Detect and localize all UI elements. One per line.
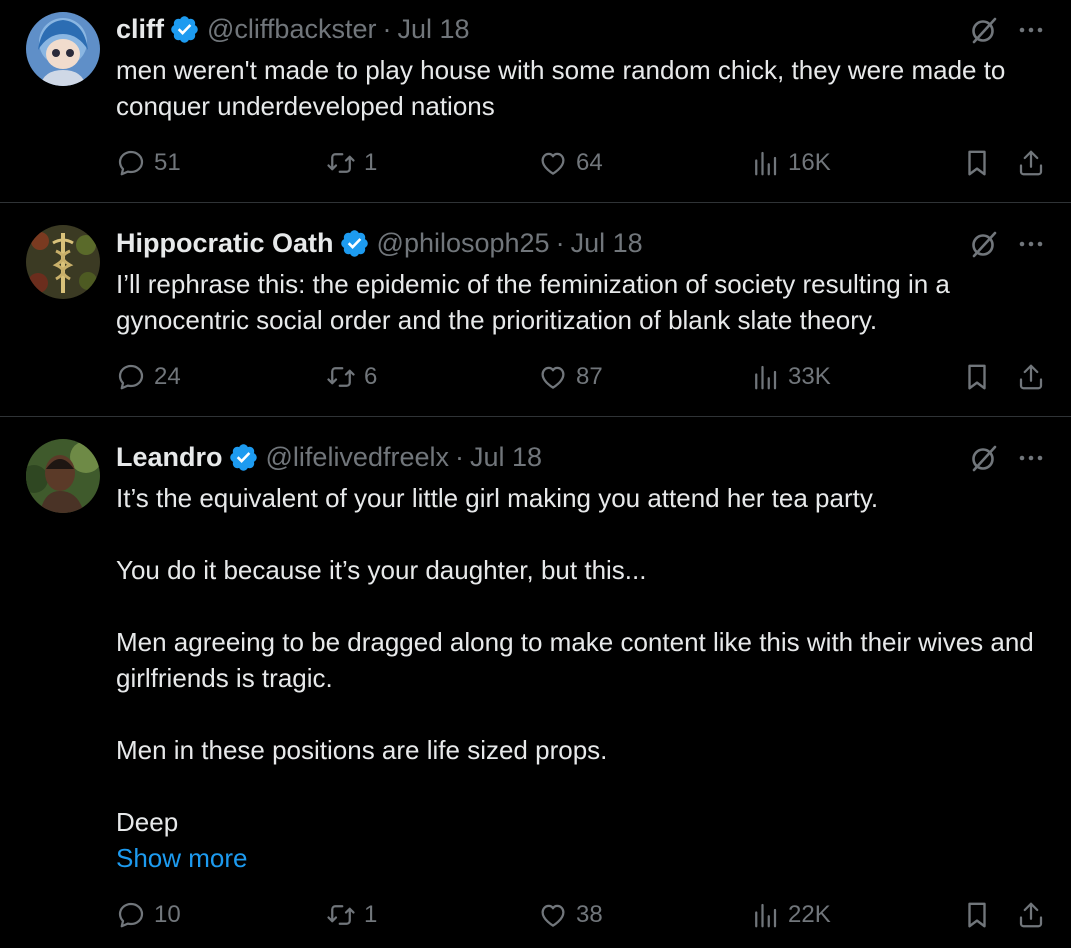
tweet-text: men weren't made to play house with some… <box>116 52 1051 124</box>
user-handle[interactable]: @philosoph25 <box>377 226 550 260</box>
like-button[interactable]: 64 <box>538 146 603 180</box>
retweet-button[interactable]: 1 <box>326 898 377 932</box>
reply-count: 24 <box>154 363 181 390</box>
tweet-header: Hippocratic Oath @philosoph25 · Jul 18 <box>116 226 643 260</box>
view-count: 16K <box>788 149 831 176</box>
like-icon <box>538 900 568 930</box>
separator-dot: · <box>455 442 464 472</box>
views-icon <box>750 148 780 178</box>
tweet-date[interactable]: Jul 18 <box>470 440 542 474</box>
view-count: 22K <box>788 901 831 928</box>
retweet-count: 6 <box>364 363 378 390</box>
tweet-paragraph: Deep <box>116 807 179 837</box>
action-bar: 24 6 87 33K <box>0 360 1071 394</box>
share-icon <box>1016 900 1046 930</box>
tweet-header: Leandro @lifelivedfreelx · Jul 18 <box>116 440 542 474</box>
tweet-text: It’s the equivalent of your little girl … <box>116 480 1051 876</box>
separator-dot: · <box>382 14 392 44</box>
like-count: 64 <box>576 149 603 176</box>
tweet-cliff[interactable]: cliff @cliffbackster · Jul 18 men weren'… <box>0 0 1071 202</box>
display-name[interactable]: cliff <box>116 12 164 46</box>
bookmark-button[interactable] <box>962 146 992 180</box>
grok-icon[interactable] <box>968 14 1000 46</box>
view-count: 33K <box>788 363 831 390</box>
bookmark-icon <box>962 148 992 178</box>
user-handle[interactable]: @cliffbackster <box>207 12 376 46</box>
action-bar: 51 1 64 16K <box>0 146 1071 180</box>
tweet-paragraph: You do it because it’s your daughter, bu… <box>116 555 647 585</box>
verified-badge-icon <box>339 228 370 259</box>
bookmark-icon <box>962 362 992 392</box>
tweet-paragraph: It’s the equivalent of your little girl … <box>116 483 879 513</box>
verified-badge-icon <box>169 14 200 45</box>
like-count: 38 <box>576 901 603 928</box>
share-icon <box>1016 362 1046 392</box>
share-icon <box>1016 148 1046 178</box>
reply-icon <box>116 148 146 178</box>
grok-icon[interactable] <box>968 442 1000 474</box>
grok-icon[interactable] <box>968 228 1000 260</box>
tweet-text: I’ll rephrase this: the epidemic of the … <box>116 266 1051 338</box>
tweet-leandro[interactable]: Leandro @lifelivedfreelx · Jul 18 It’s t… <box>0 417 1071 948</box>
avatar[interactable] <box>26 439 100 513</box>
like-icon <box>538 362 568 392</box>
views-button[interactable]: 22K <box>750 898 831 932</box>
reply-button[interactable]: 51 <box>116 146 181 180</box>
views-icon <box>750 900 780 930</box>
tweet-paragraph: I’ll rephrase this: the epidemic of the … <box>116 269 950 335</box>
tweet-date[interactable]: Jul 18 <box>397 12 469 46</box>
like-button[interactable]: 38 <box>538 898 603 932</box>
tweet-hippocratic-oath[interactable]: Hippocratic Oath @philosoph25 · Jul 18 I… <box>0 203 1071 416</box>
bookmark-button[interactable] <box>962 360 992 394</box>
tweet-paragraph: men weren't made to play house with some… <box>116 55 1006 121</box>
reply-icon <box>116 362 146 392</box>
reply-count: 10 <box>154 901 181 928</box>
separator-dot: · <box>555 228 565 258</box>
user-handle[interactable]: @lifelivedfreelx <box>266 440 449 474</box>
action-bar: 10 1 38 22K <box>0 898 1071 932</box>
verified-badge-icon <box>228 442 259 473</box>
retweet-button[interactable]: 6 <box>326 360 377 394</box>
more-icon[interactable] <box>1016 442 1046 474</box>
views-icon <box>750 362 780 392</box>
tweet-paragraph: Men agreeing to be dragged along to make… <box>116 627 1034 693</box>
avatar[interactable] <box>26 12 100 86</box>
views-button[interactable]: 33K <box>750 360 831 394</box>
share-button[interactable] <box>1016 898 1046 932</box>
more-icon[interactable] <box>1016 228 1046 260</box>
bookmark-button[interactable] <box>962 898 992 932</box>
reply-button[interactable]: 24 <box>116 360 181 394</box>
reply-button[interactable]: 10 <box>116 898 181 932</box>
reply-icon <box>116 900 146 930</box>
more-icon[interactable] <box>1016 14 1046 46</box>
like-icon <box>538 148 568 178</box>
tweet-date[interactable]: Jul 18 <box>571 226 643 260</box>
reply-count: 51 <box>154 149 181 176</box>
show-more-link[interactable]: Show more <box>116 840 1051 876</box>
retweet-count: 1 <box>364 901 378 928</box>
retweet-icon <box>326 900 356 930</box>
retweet-icon <box>326 148 356 178</box>
views-button[interactable]: 16K <box>750 146 831 180</box>
like-button[interactable]: 87 <box>538 360 603 394</box>
tweet-header: cliff @cliffbackster · Jul 18 <box>116 12 470 46</box>
timeline-feed: cliff @cliffbackster · Jul 18 men weren'… <box>0 0 1071 948</box>
share-button[interactable] <box>1016 146 1046 180</box>
retweet-count: 1 <box>364 149 378 176</box>
display-name[interactable]: Hippocratic Oath <box>116 226 334 260</box>
display-name[interactable]: Leandro <box>116 440 223 474</box>
tweet-paragraph: Men in these positions are life sized pr… <box>116 735 608 765</box>
retweet-button[interactable]: 1 <box>326 146 377 180</box>
share-button[interactable] <box>1016 360 1046 394</box>
bookmark-icon <box>962 900 992 930</box>
retweet-icon <box>326 362 356 392</box>
avatar[interactable] <box>26 225 100 299</box>
like-count: 87 <box>576 363 603 390</box>
